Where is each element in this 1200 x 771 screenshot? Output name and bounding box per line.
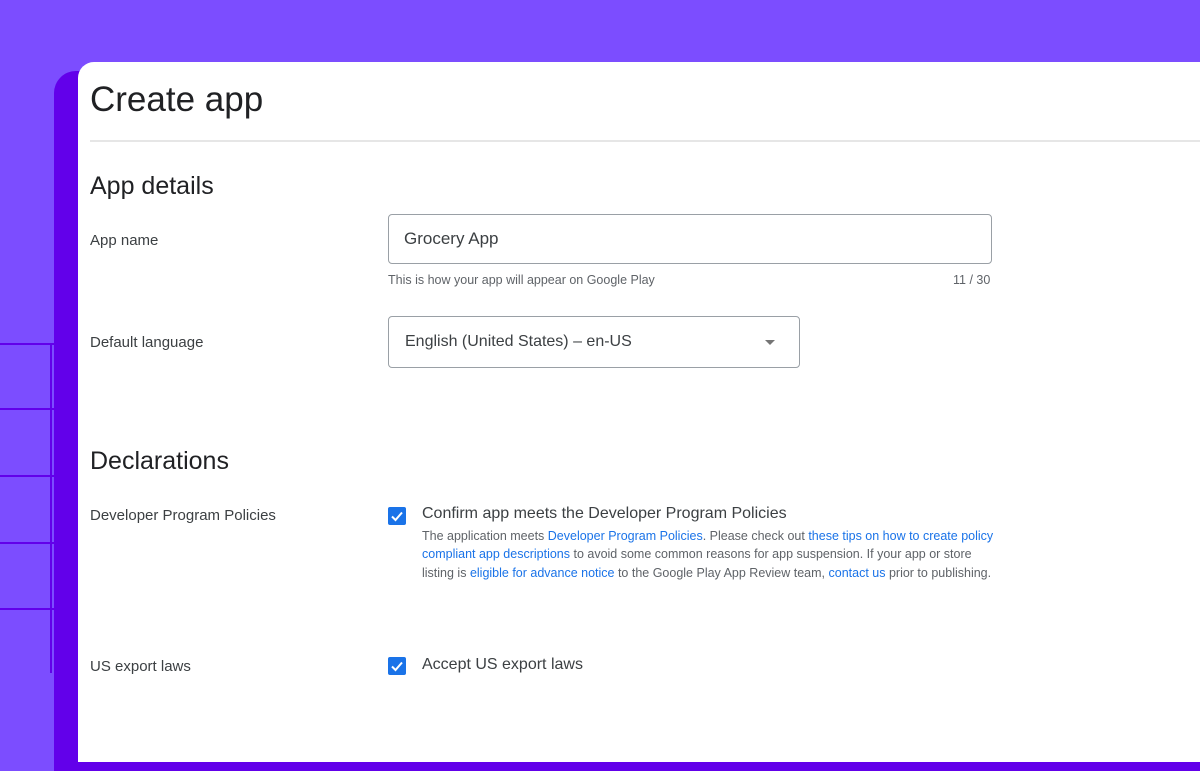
default-language-select[interactable]: English (United States) – en-US	[388, 316, 800, 368]
page-title: Create app	[90, 80, 264, 119]
export-laws-label: US export laws	[90, 658, 191, 675]
checkmark-icon	[391, 511, 403, 522]
developer-program-policies-link[interactable]: Developer Program Policies	[548, 529, 703, 543]
developer-policies-label: Developer Program Policies	[90, 507, 276, 524]
contact-us-link[interactable]: contact us	[829, 566, 886, 580]
app-name-label: App name	[90, 232, 159, 249]
developer-policies-checkbox[interactable]	[388, 507, 406, 525]
grid-line	[0, 408, 56, 410]
default-language-label: Default language	[90, 334, 204, 351]
grid-line	[0, 608, 56, 610]
developer-policies-description: The application meets Developer Program …	[422, 527, 1002, 582]
advance-notice-link[interactable]: eligible for advance notice	[470, 566, 615, 580]
grid-line	[50, 343, 52, 673]
grid-line	[0, 542, 56, 544]
export-laws-checkbox[interactable]	[388, 657, 406, 675]
title-divider	[90, 140, 1200, 142]
app-name-input[interactable]: Grocery App	[388, 214, 992, 264]
desc-text: to the Google Play App Review team,	[614, 565, 829, 580]
create-app-card: Create app App details App name Grocery …	[78, 62, 1200, 762]
checkmark-icon	[391, 661, 403, 672]
app-details-heading: App details	[90, 172, 214, 200]
dropdown-caret-icon	[765, 340, 775, 345]
grid-line	[0, 475, 56, 477]
desc-text: prior to publishing.	[885, 565, 992, 580]
declarations-heading: Declarations	[90, 447, 229, 475]
export-laws-checkbox-label[interactable]: Accept US export laws	[422, 656, 583, 674]
grid-line	[0, 343, 56, 345]
app-name-char-counter: 11 / 30	[953, 273, 991, 287]
default-language-value: English (United States) – en-US	[405, 333, 632, 350]
desc-text: The application meets	[422, 529, 548, 543]
app-name-helper: This is how your app will appear on Goog…	[388, 273, 655, 287]
background-grid-decoration	[0, 343, 56, 673]
developer-policies-checkbox-label[interactable]: Confirm app meets the Developer Program …	[422, 505, 787, 523]
desc-text: . Please check out	[702, 529, 809, 543]
